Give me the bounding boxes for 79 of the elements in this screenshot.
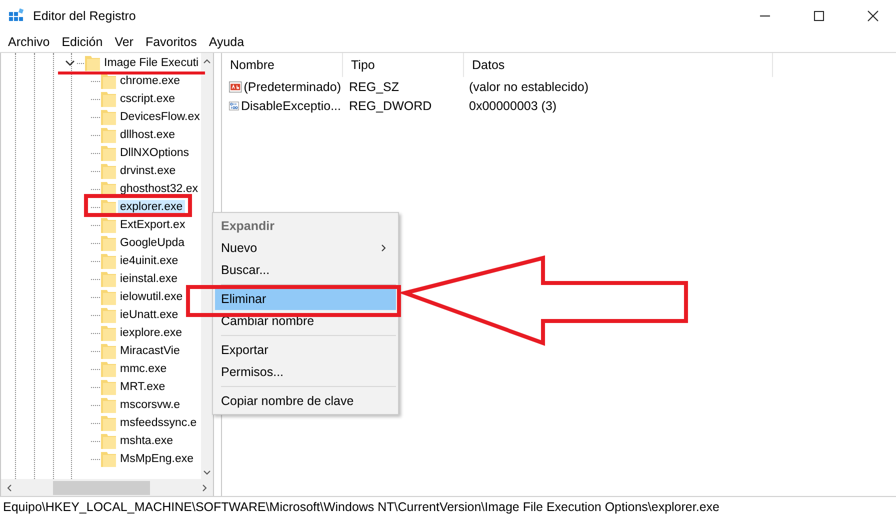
binary-value-icon [229,98,239,112]
folder-icon [101,91,116,107]
table-cell-text: REG_DWORD [348,98,433,112]
folder-icon [101,73,116,89]
menu-item[interactable]: Copiar nombre de clave [215,390,396,412]
menu-item[interactable]: Nuevo [215,237,396,259]
string-value-icon [229,80,242,94]
tree-item[interactable]: MsMpEng.exe [118,452,196,466]
menu-item[interactable]: Ver [108,35,140,49]
tree-item[interactable]: explorer.exe [118,200,185,214]
tree-item[interactable]: cscript.exe [118,92,177,106]
table-cell-text: (valor no establecido) [468,80,590,94]
table-cell: DisableExceptio... [240,98,341,112]
folder-icon [101,433,116,449]
tree-item[interactable]: DllNXOptions [118,146,192,160]
tree-item[interactable]: chrome.exe [118,74,182,88]
menu-item[interactable]: Permisos... [215,361,396,383]
folder-icon [101,325,116,341]
tree-item[interactable]: MRT.exe [118,380,168,394]
folder-icon [101,379,116,395]
folder-icon [101,271,116,287]
folder-icon [101,289,116,305]
tree-item[interactable]: DevicesFlow.ex [118,110,201,124]
menu-item[interactable]: Eliminar [215,288,396,310]
table-cell-text: REG_SZ [348,80,400,94]
menu-item[interactable]: Ayuda [202,35,250,49]
tree-item[interactable]: msfeedssync.e [118,416,199,430]
menu-item[interactable]: Edición [56,35,109,49]
folder-icon [101,397,116,413]
status-bar: Equipo\HKEY_LOCAL_MACHINE\SOFTWARE\Microsoft\Windows NT\CurrentVersion\Image File Execution Options\explorer.exe [0,496,896,517]
folder-icon [101,235,116,251]
menu-item[interactable]: Cambiar nombre [215,310,396,332]
tree-item[interactable]: ieinstal.exe [118,272,180,286]
folder-icon [101,307,116,323]
table-cell-text: 0x00000003 (3) [468,98,558,112]
folder-icon [101,415,116,431]
folder-icon [101,361,116,377]
menu-item[interactable]: Archivo [2,35,56,49]
folder-icon [101,343,116,359]
folder-icon [101,217,116,233]
folder-icon [101,127,116,143]
folder-icon [101,253,116,269]
tree-item[interactable]: GoogleUpda [118,236,187,250]
tree-item[interactable]: mscorsvw.e [118,398,182,412]
tree-item[interactable]: ieUnatt.exe [118,308,180,322]
vertical-scrollbar[interactable] [201,53,213,479]
tree-item[interactable]: ie4uinit.exe [118,254,180,268]
folder-icon [101,145,116,161]
column-header[interactable]: Tipo [343,53,464,77]
folder-icon [85,55,100,71]
registry-icon [9,8,25,24]
tree-item[interactable]: drvinst.exe [118,164,178,178]
folder-icon [101,451,116,467]
menu-item[interactable]: Exportar [215,339,396,361]
tree-item[interactable]: mshta.exe [118,434,176,448]
chevron-down-icon[interactable] [65,60,75,66]
folder-icon [101,109,116,125]
scroll-down-icon[interactable] [203,470,211,475]
tree-item[interactable]: iexplore.exe [118,326,184,340]
scroll-left-icon[interactable] [7,484,12,492]
maximize-icon[interactable] [813,10,825,22]
column-header[interactable]: Nombre [222,53,343,77]
tree-item[interactable]: dllhost.exe [118,128,177,142]
tree-item[interactable]: ghosthost32.ex [118,182,200,196]
window-title: Editor del Registro [33,9,136,23]
scroll-up-icon[interactable] [203,59,211,64]
scroll-right-icon[interactable] [202,484,207,492]
tree-item[interactable]: ExtExport.ex [118,218,188,232]
tree-item[interactable]: Image File Executi [102,56,201,70]
column-header[interactable]: Datos [464,53,773,77]
folder-icon [101,163,116,179]
table-cell: (Predeterminado) [244,80,341,94]
menu-item[interactable]: Favoritos [139,35,203,49]
tree-item[interactable]: ielowutil.exe [118,290,185,304]
close-icon[interactable] [867,10,879,22]
menu-item[interactable]: Buscar... [215,259,396,281]
tree-item[interactable]: mmc.exe [118,362,169,376]
horizontal-scrollbar[interactable] [1,479,213,496]
tree-item[interactable]: MiracastVie [118,344,182,358]
